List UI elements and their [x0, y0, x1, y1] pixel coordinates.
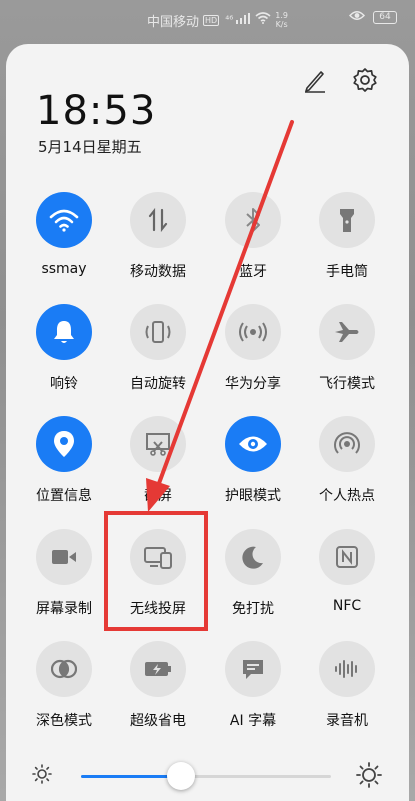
brightness-track[interactable] [81, 762, 331, 790]
location-icon [36, 416, 92, 472]
battery-saver-icon [130, 641, 186, 697]
dark-mode-icon [36, 641, 92, 697]
tile-label: 超级省电 [130, 713, 186, 729]
tile-label: NFC [332, 598, 362, 614]
tile-mobile-data[interactable]: 移动数据 [113, 192, 203, 281]
bell-icon [36, 304, 92, 360]
tile-label: 深色模式 [36, 713, 92, 729]
carrier-name: 中国移动 [147, 14, 200, 30]
tile-dark-mode[interactable]: 深色模式 [19, 641, 109, 730]
tile-airplane-mode[interactable]: 飞行模式 [302, 304, 392, 393]
share-icon [225, 304, 281, 360]
bluetooth-icon [225, 192, 281, 248]
brightness-fill [81, 775, 181, 778]
annotation-highlight-box [104, 511, 208, 631]
tile-flashlight[interactable]: 手电筒 [302, 192, 392, 281]
moon-icon [225, 529, 281, 585]
mobile-data-icon [130, 192, 186, 248]
tile-bluetooth[interactable]: 蓝牙 [208, 192, 298, 281]
screenshot-icon [130, 416, 186, 472]
edit-button[interactable] [299, 66, 331, 98]
status-bar: 中国移动 HD ⁴⁶ 1.9 K/s 64 [0, 0, 415, 40]
tile-label: 响铃 [50, 376, 78, 392]
hd-badge: HD [203, 14, 220, 26]
sun-small-icon [32, 764, 52, 788]
gear-icon [352, 67, 378, 97]
tile-ai-subtitles[interactable]: AI 字幕 [208, 641, 298, 730]
quick-settings-panel: 18:53 5月14日星期五 ssmay 移动数据 蓝牙 手电筒 响铃 自动旋转… [6, 44, 409, 801]
speed-value: 1.9 [275, 11, 288, 20]
tile-ring[interactable]: 响铃 [19, 304, 109, 393]
tile-auto-rotate[interactable]: 自动旋转 [113, 304, 203, 393]
battery-indicator: 64 [373, 11, 397, 24]
subtitle-icon [225, 641, 281, 697]
tile-super-power-saving[interactable]: 超级省电 [113, 641, 203, 730]
tile-label: 屏幕录制 [36, 601, 92, 617]
tile-nfc[interactable]: NFC [302, 529, 392, 614]
clock-time: 18:53 [36, 88, 157, 134]
tile-label: 手电筒 [326, 264, 368, 280]
rotate-icon [130, 304, 186, 360]
wifi-status-icon [255, 12, 271, 28]
tile-hotspot[interactable]: 个人热点 [302, 416, 392, 505]
eye-status-icon [348, 10, 366, 25]
tile-wifi[interactable]: ssmay [19, 192, 109, 277]
tile-recorder[interactable]: 录音机 [302, 641, 392, 730]
tile-eye-comfort[interactable]: 护眼模式 [208, 416, 298, 505]
settings-button[interactable] [349, 66, 381, 98]
tile-screenshot[interactable]: 截屏 [113, 416, 203, 505]
tile-location[interactable]: 位置信息 [19, 416, 109, 505]
airplane-icon [319, 304, 375, 360]
tile-label: 录音机 [326, 713, 368, 729]
tile-label: ssmay [41, 261, 87, 277]
tile-label: 免打扰 [232, 601, 274, 617]
tile-label: 飞行模式 [319, 376, 375, 392]
screen-record-icon [36, 529, 92, 585]
pencil-icon [302, 67, 328, 97]
tile-label: 华为分享 [225, 376, 281, 392]
tile-huawei-share[interactable]: 华为分享 [208, 304, 298, 393]
brightness-thumb[interactable] [167, 762, 195, 790]
tile-label: 自动旋转 [130, 376, 186, 392]
recorder-icon [319, 641, 375, 697]
signal-icon [236, 12, 251, 28]
tile-label: 截屏 [144, 488, 172, 504]
brightness-slider[interactable] [6, 756, 409, 796]
nfc-icon [319, 529, 375, 585]
tile-label: 个人热点 [319, 488, 375, 504]
flashlight-icon [319, 192, 375, 248]
sun-large-icon [356, 762, 382, 792]
tile-label: 移动数据 [130, 264, 186, 280]
tile-label: AI 字幕 [229, 713, 277, 729]
tile-label: 蓝牙 [239, 264, 267, 280]
hotspot-icon [319, 416, 375, 472]
tile-label: 护眼模式 [225, 488, 281, 504]
wifi-icon [36, 192, 92, 248]
speed-unit: K/s [275, 20, 288, 29]
tile-do-not-disturb[interactable]: 免打扰 [208, 529, 298, 618]
clock-date: 5月14日星期五 [38, 138, 142, 156]
network-speed: 1.9 K/s [275, 11, 288, 29]
network-type: ⁴⁶ [225, 14, 234, 26]
tile-screen-record[interactable]: 屏幕录制 [19, 529, 109, 618]
tile-label: 位置信息 [36, 488, 92, 504]
eye-icon [225, 416, 281, 472]
